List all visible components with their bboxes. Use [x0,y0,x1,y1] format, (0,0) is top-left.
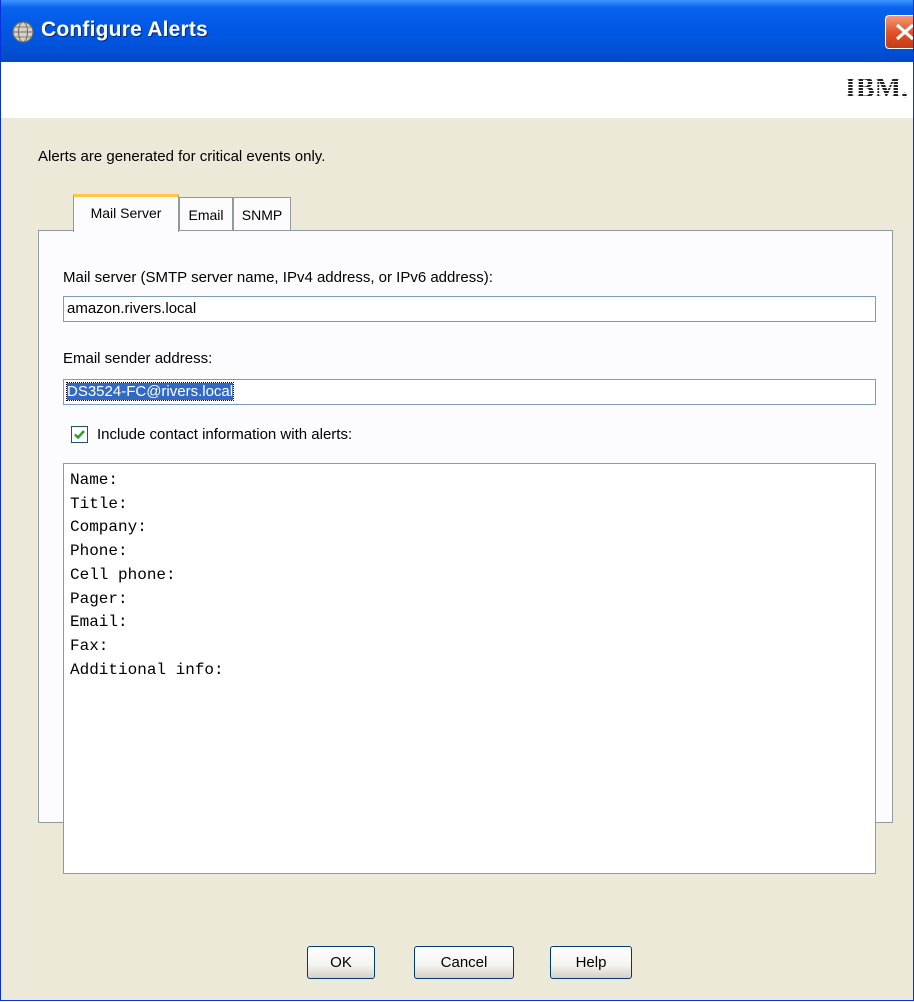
close-button[interactable] [885,15,913,49]
cancel-button[interactable]: Cancel [414,946,514,979]
window-title: Configure Alerts [41,18,208,41]
globe-icon [11,20,35,44]
include-contact-label: Include contact information with alerts: [97,426,353,443]
ok-button[interactable]: OK [307,946,375,979]
header-banner [1,62,913,118]
tab-email[interactable]: Email [179,197,233,230]
ibm-logo: IBM. [845,73,911,108]
svg-text:IBM.: IBM. [845,73,908,103]
sender-address-label: Email sender address: [63,350,213,367]
contact-info-textarea[interactable]: Name: Title: Company: Phone: Cell phone:… [63,463,876,874]
mail-server-input[interactable]: amazon.rivers.local [63,296,876,322]
mail-server-label: Mail server (SMTP server name, IPv4 addr… [63,269,493,286]
sender-address-value: DS3524-FC@rivers.local [65,382,235,401]
mail-server-value: amazon.rivers.local [67,300,197,317]
tab-mail-server[interactable]: Mail Server [73,194,179,232]
info-text: Alerts are generated for critical events… [38,148,326,165]
sender-address-input[interactable]: DS3524-FC@rivers.local [63,379,876,405]
title-bar[interactable]: Configure Alerts [1,0,913,62]
tab-snmp[interactable]: SNMP [233,197,291,230]
configure-alerts-dialog: Configure Alerts IBM. Alerts are generat… [0,0,914,1001]
help-button[interactable]: Help [550,946,632,979]
include-contact-checkbox[interactable] [71,426,88,443]
